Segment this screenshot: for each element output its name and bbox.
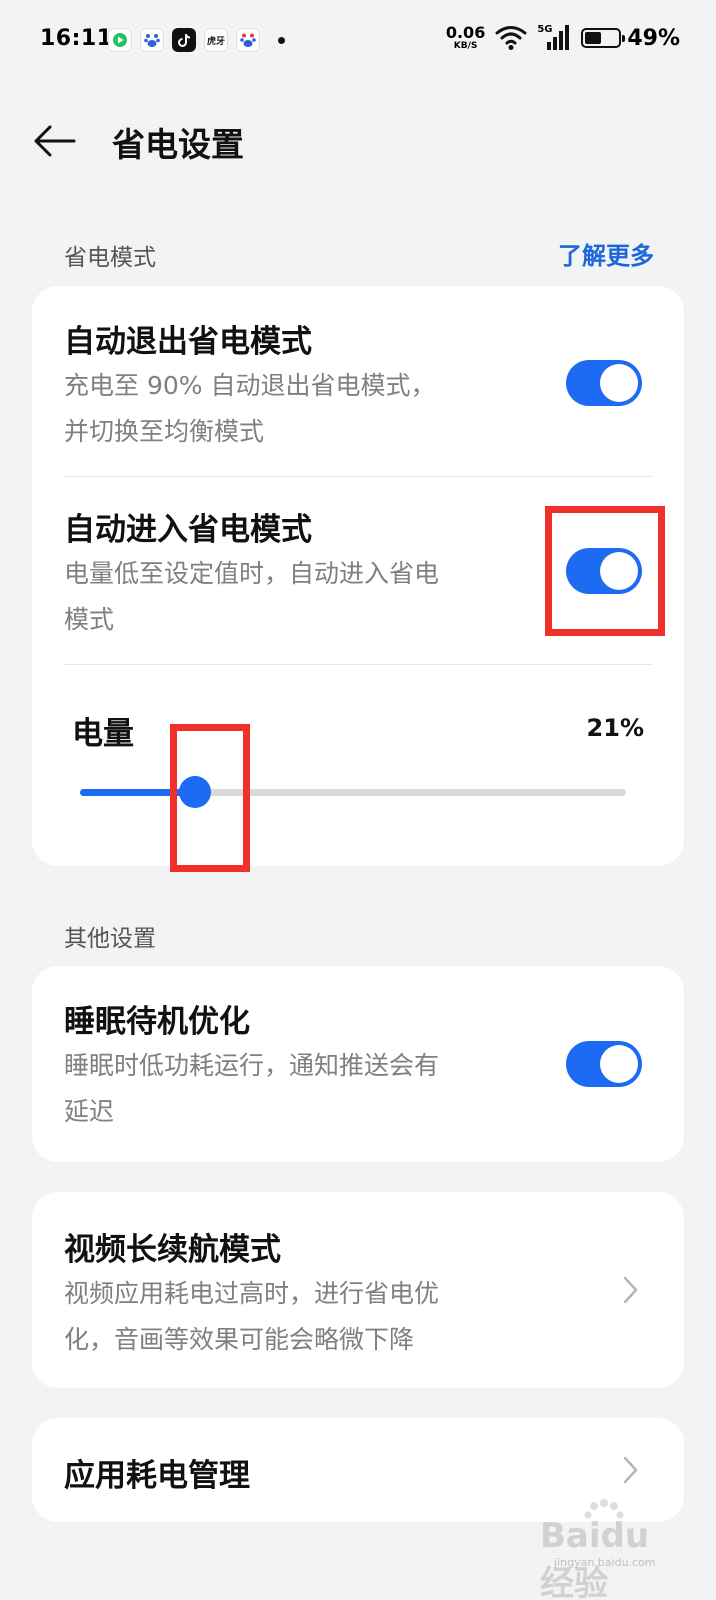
battery-threshold-value: 21% bbox=[586, 714, 644, 742]
video-mode-desc: 视频应用耗电过高时，进行省电优 化，音画等效果可能会略微下降 bbox=[64, 1279, 440, 1354]
notification-icons: 虎牙 bbox=[108, 28, 285, 52]
chevron-right-icon bbox=[623, 1276, 638, 1304]
chevron-right-icon bbox=[623, 1456, 638, 1484]
huya-app-icon: 虎牙 bbox=[204, 28, 228, 52]
sleep-optimization-card: 睡眠待机优化 睡眠时低功耗运行，通知推送会有 延迟 bbox=[32, 966, 684, 1162]
learn-more-link[interactable]: 了解更多 bbox=[558, 236, 654, 271]
baidu-app-icon bbox=[236, 28, 260, 52]
divider bbox=[64, 664, 652, 665]
video-app-icon bbox=[108, 28, 132, 52]
video-mode-setting[interactable]: 视频长续航模式 视频应用耗电过高时，进行省电优 化，音画等效果可能会略微下降 bbox=[64, 1224, 652, 1363]
battery-threshold-label: 电量 bbox=[72, 716, 134, 752]
sleep-optimization-desc: 睡眠时低功耗运行，通知推送会有 延迟 bbox=[64, 1051, 440, 1126]
auto-exit-setting[interactable]: 自动退出省电模式 充电至 90% 自动退出省电模式， 并切换至均衡模式 bbox=[64, 316, 652, 455]
wifi-icon bbox=[495, 26, 527, 50]
app-bar: 省电设置 bbox=[0, 100, 716, 180]
sleep-optimization-setting[interactable]: 睡眠待机优化 睡眠时低功耗运行，通知推送会有 延迟 bbox=[64, 996, 652, 1135]
video-mode-card[interactable]: 视频长续航模式 视频应用耗电过高时，进行省电优 化，音画等效果可能会略微下降 bbox=[32, 1192, 684, 1388]
back-button[interactable] bbox=[30, 116, 80, 166]
app-power-title: 应用耗电管理 bbox=[64, 1458, 250, 1494]
power-saving-settings-screen: 16:11 虎牙 0.06 KB/S 5G 49% 省电设置 省电模式 了解更多… bbox=[0, 0, 716, 1600]
divider bbox=[64, 476, 652, 477]
cellular-signal-icon: 5G bbox=[537, 24, 571, 52]
tiktok-app-icon bbox=[172, 28, 196, 52]
page-title: 省电设置 bbox=[112, 125, 244, 164]
arrow-left-icon bbox=[34, 125, 76, 157]
sleep-optimization-title: 睡眠待机优化 bbox=[64, 1004, 250, 1040]
auto-exit-toggle[interactable] bbox=[566, 360, 642, 406]
battery-icon bbox=[581, 28, 626, 48]
auto-exit-desc: 充电至 90% 自动退出省电模式， 并切换至均衡模式 bbox=[64, 371, 436, 446]
section-label-other-settings: 其他设置 bbox=[64, 926, 156, 952]
annotation-box-slider bbox=[170, 724, 250, 872]
battery-percent: 49% bbox=[627, 25, 680, 51]
battery-threshold-slider[interactable] bbox=[80, 776, 626, 808]
sleep-optimization-toggle[interactable] bbox=[566, 1041, 642, 1087]
baidu-watermark: Baidu经验 jingyan.baidu.com bbox=[536, 1498, 676, 1600]
status-indicators: 0.06 KB/S 5G 49% bbox=[446, 24, 680, 52]
network-speed: 0.06 KB/S bbox=[445, 23, 486, 51]
auto-exit-title: 自动退出省电模式 bbox=[64, 324, 312, 360]
section-label-power-saving: 省电模式 bbox=[64, 245, 156, 271]
status-time: 16:11 bbox=[40, 26, 113, 51]
app-power-setting[interactable]: 应用耗电管理 bbox=[64, 1450, 652, 1495]
battery-indicator: 49% bbox=[581, 26, 680, 51]
video-mode-title: 视频长续航模式 bbox=[64, 1232, 281, 1268]
baidu-app-icon bbox=[140, 28, 164, 52]
more-notifications-dot bbox=[278, 36, 285, 44]
status-bar: 16:11 虎牙 0.06 KB/S 5G 49% bbox=[0, 0, 716, 84]
annotation-box-toggle bbox=[545, 506, 665, 636]
